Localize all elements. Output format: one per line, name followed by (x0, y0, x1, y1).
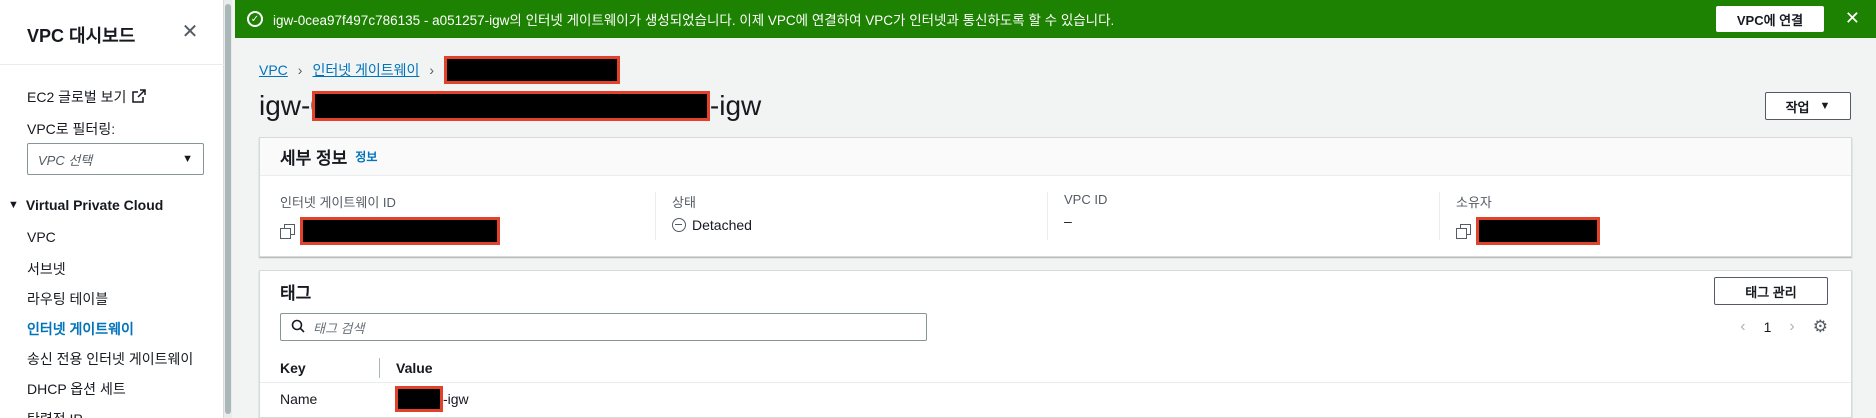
redacted-owner-id (1476, 217, 1600, 245)
page-title: igw-0 -igw (259, 90, 761, 122)
tags-table-header: Key Value (260, 353, 1851, 383)
detail-igw-id: 인터넷 게이트웨이 ID (280, 192, 655, 245)
chevron-right-icon: › (429, 62, 435, 78)
vpc-filter-label: VPC로 필터링: (27, 121, 116, 137)
detail-state: 상태 Detached (655, 192, 1047, 240)
manage-tags-button[interactable]: 태그 관리 (1714, 277, 1828, 305)
redacted-title-id (311, 91, 710, 121)
tag-key: Name (280, 391, 318, 407)
state-label: 상태 (672, 195, 696, 210)
vpc-id-label: VPC ID (1064, 192, 1108, 207)
details-grid: 인터넷 게이트웨이 ID 상태 Detached VPC ID – 소유자 (260, 176, 1851, 245)
info-link[interactable]: 정보 (355, 148, 377, 165)
tag-value: -igw (395, 386, 469, 412)
sidebar-item-elastic-ip[interactable]: 탄력적 IP (27, 409, 83, 418)
breadcrumb-vpc[interactable]: VPC (259, 62, 288, 78)
state-value: Detached (692, 217, 752, 233)
ec2-global-view-link[interactable]: EC2 글로벌 보기 (27, 87, 147, 107)
status-detached-icon (672, 218, 686, 232)
sidebar-item-subnets[interactable]: 서브넷 (27, 259, 66, 279)
copy-icon[interactable] (1456, 224, 1471, 239)
sidebar-section-vpc[interactable]: ▼ Virtual Private Cloud (8, 197, 163, 213)
caret-down-icon: ▼ (8, 199, 19, 211)
tag-search-placeholder: 태그 검색 (313, 320, 365, 336)
sidebar-divider (0, 64, 224, 65)
gear-icon[interactable]: ⚙ (1813, 317, 1828, 337)
tag-search-input[interactable]: 태그 검색 (280, 313, 927, 341)
sidebar-title: VPC 대시보드 (27, 26, 136, 46)
vpc-id-value: – (1064, 213, 1072, 229)
vpc-filter-select[interactable]: VPC 선택 ▼ (27, 143, 204, 175)
sidebar: VPC 대시보드 ✕ EC2 글로벌 보기 VPC로 필터링: VPC 선택 ▼… (0, 0, 224, 418)
redacted-tag-value (395, 386, 443, 412)
sidebar-item-internet-gateways[interactable]: 인터넷 게이트웨이 (27, 319, 134, 339)
tags-toolbar: 태그 검색 ‹ 1 › ⚙ (260, 311, 1851, 343)
check-circle-icon: ✓ (247, 11, 263, 27)
flash-message: igw-0cea97f497c786135 - a051257-igw의 인터넷… (273, 13, 1115, 28)
details-header: 세부 정보 정보 (260, 138, 1851, 176)
column-value[interactable]: Value (380, 360, 433, 376)
tags-header: 태그 태그 관리 (260, 271, 1851, 311)
chevron-right-icon: › (297, 62, 303, 78)
vpc-filter-placeholder: VPC 선택 (38, 152, 93, 168)
tags-panel: 태그 태그 관리 태그 검색 ‹ 1 › ⚙ Key Value Name -i… (259, 270, 1852, 418)
copy-icon[interactable] (280, 224, 295, 239)
sidebar-scrollbar[interactable] (224, 0, 232, 418)
detail-vpc-id: VPC ID – (1047, 192, 1439, 240)
caret-down-icon: ▼ (1819, 100, 1831, 112)
chevron-right-icon[interactable]: › (1789, 318, 1794, 336)
page-title-suffix: -igw (709, 90, 762, 121)
pagination: ‹ 1 › ⚙ (1740, 317, 1828, 337)
chevron-left-icon[interactable]: ‹ (1740, 318, 1745, 336)
igw-id-label: 인터넷 게이트웨이 ID (280, 195, 396, 210)
redacted-breadcrumb-current (444, 56, 621, 84)
detail-owner: 소유자 (1439, 192, 1831, 245)
breadcrumb: VPC › 인터넷 게이트웨이 › (259, 56, 621, 84)
actions-button[interactable]: 작업 ▼ (1765, 92, 1851, 120)
tags-heading: 태그 (280, 283, 312, 303)
breadcrumb-internet-gateways[interactable]: 인터넷 게이트웨이 (312, 60, 419, 80)
details-panel: 세부 정보 정보 인터넷 게이트웨이 ID 상태 Detached VPC ID… (259, 137, 1852, 257)
details-heading: 세부 정보 (280, 149, 348, 168)
actions-button-label: 작업 (1785, 99, 1810, 115)
column-key[interactable]: Key (280, 357, 380, 378)
table-row: Name -igw (260, 383, 1851, 415)
page-number[interactable]: 1 (1764, 319, 1772, 335)
scrollbar-thumb[interactable] (225, 4, 231, 414)
attach-to-vpc-button[interactable]: VPC에 연결 (1716, 6, 1824, 32)
search-icon (291, 319, 305, 336)
tag-value-suffix: -igw (443, 391, 469, 407)
sidebar-item-vpc[interactable]: VPC (27, 229, 56, 245)
external-link-icon (132, 88, 147, 106)
ec2-global-view-label: EC2 글로벌 보기 (27, 89, 127, 105)
sidebar-item-egress-only-igw[interactable]: 송신 전용 인터넷 게이트웨이 (27, 349, 193, 369)
owner-label: 소유자 (1456, 195, 1492, 210)
sidebar-section-label: Virtual Private Cloud (25, 197, 164, 213)
redacted-igw-id (300, 217, 500, 245)
success-flash-banner: ✓ igw-0cea97f497c786135 - a051257-igw의 인… (235, 0, 1876, 38)
sidebar-item-dhcp-options[interactable]: DHCP 옵션 세트 (27, 379, 126, 399)
caret-down-icon: ▼ (182, 153, 193, 165)
close-icon[interactable]: ✕ (1845, 8, 1860, 28)
close-icon[interactable]: ✕ (180, 22, 200, 42)
sidebar-item-route-tables[interactable]: 라우팅 테이블 (27, 289, 108, 309)
